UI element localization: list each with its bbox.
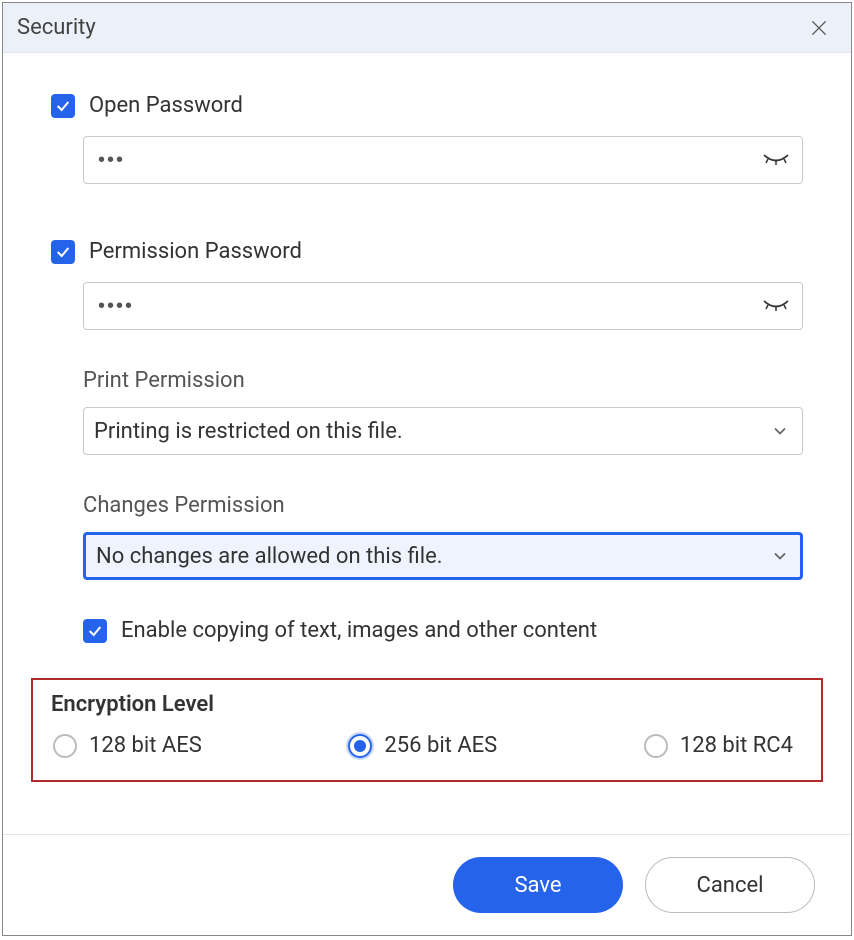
encryption-radio-row: 128 bit AES 256 bit AES 128 bit RC4 — [51, 733, 803, 758]
security-dialog: Security Open Password — [2, 2, 852, 936]
encryption-option-label: 256 bit AES — [384, 733, 497, 758]
radio-icon — [644, 734, 668, 758]
changes-permission-select[interactable]: No changes are allowed on this file. — [83, 532, 803, 580]
dialog-footer: Save Cancel — [3, 834, 851, 935]
changes-permission-value: No changes are allowed on this file. — [96, 544, 443, 569]
radio-icon — [53, 734, 77, 758]
eye-closed-icon — [763, 297, 789, 315]
open-password-checkbox[interactable] — [51, 94, 75, 118]
encryption-option-256-aes[interactable]: 256 bit AES — [348, 733, 497, 758]
changes-permission-select-wrap: No changes are allowed on this file. — [83, 532, 803, 580]
enable-copying-row: Enable copying of text, images and other… — [83, 618, 803, 643]
checkmark-icon — [55, 98, 71, 114]
close-icon — [809, 18, 829, 38]
dialog-title: Security — [17, 15, 96, 40]
print-permission-select[interactable]: Printing is restricted on this file. — [83, 407, 803, 455]
radio-icon — [348, 734, 372, 758]
permission-password-visibility-toggle[interactable] — [763, 297, 789, 315]
changes-permission-label: Changes Permission — [83, 493, 803, 518]
titlebar: Security — [3, 3, 851, 53]
enable-copying-checkbox[interactable] — [83, 619, 107, 643]
print-permission-value: Printing is restricted on this file. — [94, 419, 403, 444]
permission-password-check-row: Permission Password — [51, 239, 803, 264]
open-password-input[interactable] — [83, 136, 803, 184]
dialog-content: Open Password Permissio — [3, 53, 851, 834]
encryption-level-title: Encryption Level — [51, 692, 803, 717]
print-permission-select-wrap: Printing is restricted on this file. — [83, 407, 803, 455]
encryption-option-128-rc4[interactable]: 128 bit RC4 — [644, 733, 793, 758]
permission-password-input-wrap — [83, 282, 803, 330]
open-password-input-wrap — [83, 136, 803, 184]
open-password-label: Open Password — [89, 93, 243, 118]
checkmark-icon — [55, 244, 71, 260]
permission-password-label: Permission Password — [89, 239, 302, 264]
close-button[interactable] — [805, 14, 833, 42]
open-password-check-row: Open Password — [51, 93, 803, 118]
encryption-option-128-aes[interactable]: 128 bit AES — [53, 733, 202, 758]
print-permission-label: Print Permission — [83, 368, 803, 393]
open-password-section: Open Password — [51, 93, 803, 184]
encryption-option-label: 128 bit RC4 — [680, 733, 793, 758]
open-password-visibility-toggle[interactable] — [763, 151, 789, 169]
permission-password-section: Permission Password Print Permission Pri… — [51, 239, 803, 643]
permission-password-checkbox[interactable] — [51, 240, 75, 264]
eye-closed-icon — [763, 151, 789, 169]
encryption-level-section: Encryption Level 128 bit AES 256 bit AES… — [31, 678, 823, 782]
cancel-button[interactable]: Cancel — [645, 857, 815, 913]
save-button[interactable]: Save — [453, 857, 623, 913]
encryption-option-label: 128 bit AES — [89, 733, 202, 758]
checkmark-icon — [87, 623, 103, 639]
permission-password-input[interactable] — [83, 282, 803, 330]
enable-copying-label: Enable copying of text, images and other… — [121, 618, 597, 643]
